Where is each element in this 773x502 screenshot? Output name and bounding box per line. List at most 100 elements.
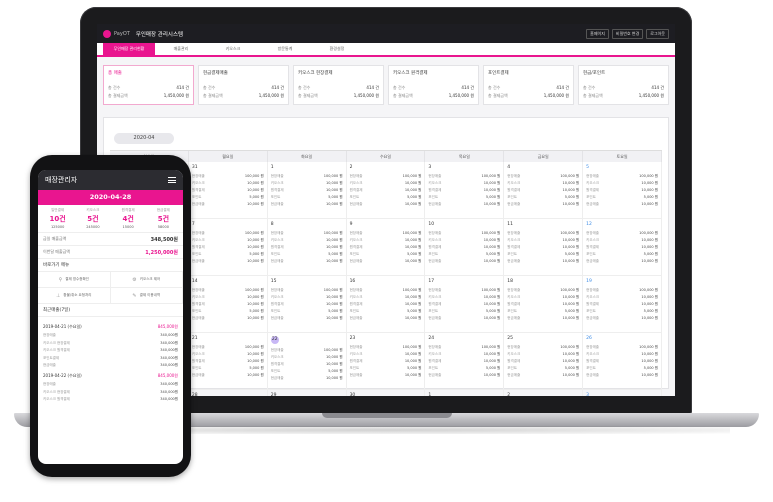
- calendar-sales-line: 원격결제 10,000 원: [350, 245, 422, 250]
- calendar-sales-value: 10,000 원: [641, 295, 658, 299]
- calendar-day-cell[interactable]: 3현장매출100,000 원키오스크10,000 원원격결제10,000 원포인…: [425, 162, 505, 219]
- calendar-sales-line: 키오스크 10,000 원: [271, 355, 343, 360]
- calendar-day-number: 1: [428, 393, 432, 396]
- calendar-sales-line: 현장매출 100,000 원: [192, 345, 264, 350]
- calendar-sales-value: 10,000 원: [641, 245, 658, 249]
- calendar-sales-value: 5,000 원: [564, 252, 580, 256]
- calendar-sales-label: 원격결제: [191, 188, 205, 192]
- calendar-sales-label: 원격결제: [586, 359, 600, 363]
- calendar-day-cell[interactable]: 5 현장매출 100,000 원 키오스크 10,000 원 원격결제 10,000 원 포인…: [583, 162, 662, 219]
- calendar-sales-label: 포인트: [191, 309, 202, 313]
- tab-store-status[interactable]: 무인매장 관리현황: [103, 43, 155, 55]
- calendar-day-cell[interactable]: 1현장매출100,000 원키오스크10,000 원원격결제10,000 원포인…: [267, 162, 347, 219]
- summary-card[interactable]: 포인트결제 총 건수 414 건총 결제금액 1,450,000 원: [483, 65, 574, 105]
- calendar-day-cell[interactable]: 9 현장매출 100,000 원 키오스크 10,000 원 원격결제 10,000 원 포인…: [346, 219, 426, 276]
- logout-button[interactable]: 로그아웃: [646, 28, 669, 39]
- calendar-day-cell[interactable]: 21 현장매출 100,000 원 키오스크 10,000 원 원격결제 10,000 원포…: [188, 333, 268, 390]
- calendar-day-cell[interactable]: 2현장매출100,000 원키오스크10,000 원원격결제10,000 원포인…: [346, 162, 426, 219]
- calendar-day-cell[interactable]: 4 현장매출 100,000 원 키오스크 10,000 원 원격결제 10,000 원 포인…: [504, 162, 584, 219]
- tab-kiosk[interactable]: 키오스크: [207, 43, 259, 55]
- calendar-sales-label: 현장매출: [270, 288, 284, 292]
- calendar-sales-line: 키오스크 10,000 원: [428, 352, 500, 357]
- calendar-day-cell[interactable]: 31 현장매출 100,000 원 키오스크 10,000 원 원격결제 10,000 원포…: [188, 162, 268, 219]
- calendar-sales-value: 5,000 원: [328, 252, 343, 256]
- summary-card[interactable]: 총 매출 총 건수 414 건총 결제금액 1,450,000 원: [103, 65, 194, 105]
- calendar-sales-value: 100,000 원: [481, 288, 501, 292]
- calendar-day-cell[interactable]: 12 현장매출 100,000 원 키오스크 10,000 원 원격결제 10,000 원포…: [583, 219, 662, 276]
- calendar-day-cell[interactable]: 24 현장매출 100,000 원 키오스크 10,000 원 원격결제 10,000 원포…: [425, 333, 505, 390]
- calendar-sales-label: 현금매출: [586, 202, 600, 206]
- summary-card[interactable]: 키오스크 현장결제 총 건수 414 건총 결제금액 1,450,000 원: [293, 65, 384, 105]
- calendar-sales-value: 10,000 원: [325, 302, 343, 306]
- daily-sales-label: 현금매출: [43, 363, 56, 367]
- calendar-sales-label: 원격결제: [586, 302, 600, 306]
- calendar-day-cell[interactable]: 25 현장매출 100,000 원 키오스크 10,000 원 원격결제 10,000 원포…: [504, 333, 584, 390]
- summary-card[interactable]: 키오스크 원격결제 총 건수 414 건총 결제금액 1,450,000 원: [388, 65, 479, 105]
- calendar-sales-line: 원격결제 10,000 원: [350, 188, 422, 193]
- calendar-sales-value: 5,000 원: [564, 366, 580, 370]
- calendar-day-cell[interactable]: 26 현장매출 100,000 원 키오스크 10,000 원 원격결제 10,000 원포…: [583, 333, 662, 390]
- calendar-sales-line: 현장매출 100,000 원: [350, 288, 422, 293]
- hamburger-menu-icon[interactable]: [168, 177, 176, 183]
- calendar-day-cell[interactable]: 16 현장매출 100,000 원 키오스크 10,000 원 원격결제 10,000 원포…: [346, 276, 426, 333]
- summary-card[interactable]: 현금결제매출 총 건수 414 건총 결제금액 1,450,000 원: [198, 65, 289, 105]
- calendar-day-cell[interactable]: 3현장매출100,000 원키오스크10,000 원원격결제10,000 원포인…: [583, 390, 662, 396]
- calendar-day-cell[interactable]: 1현장매출100,000 원키오스크10,000 원원격결제10,000 원포인…: [425, 390, 505, 396]
- calendar-day-cell[interactable]: 23 현장매출 100,000 원 키오스크 10,000 원 원격결제 10,000 원포…: [346, 333, 426, 390]
- summary-card-title: 현금결제매출: [203, 71, 228, 76]
- calendar-day-number: 11: [507, 222, 514, 227]
- tab-visit-stats[interactable]: 방문통계: [259, 43, 311, 55]
- calendar-day-cell[interactable]: 18 현장매출 100,000 원 키오스크 10,000 원 원격결제 10,000 원포…: [504, 276, 584, 333]
- calendar-sales-line: 현장매출 100,000 원: [507, 345, 579, 350]
- calendar-sales-line: 포인트 5,000 원: [350, 366, 422, 371]
- summary-amount-label: 총 결제금액: [203, 93, 223, 98]
- calendar-day-cell[interactable]: 7 현장매출 100,000 원 키오스크 10,000 원 원격결제 10,000 원 포인…: [188, 219, 268, 276]
- calendar-day-cell[interactable]: 30현장매출100,000 원키오스크10,000 원원격결제10,000 원포…: [347, 390, 426, 396]
- summary-cards: 총 매출 총 건수 414 건총 결제금액 1,450,000 원 현금결제매출 총 건수…: [97, 57, 675, 111]
- calendar-sales-label: 키오스크: [507, 295, 521, 299]
- quick-menu-button[interactable]: ✎ 결제 이용내역: [110, 288, 183, 304]
- calendar-sales-value: 5,000 원: [485, 366, 501, 370]
- daily-sales-header[interactable]: 2019-04-21 (수요일) 845,000원: [43, 324, 178, 330]
- calendar-sales-label: 현금매출: [349, 202, 363, 206]
- tab-sales[interactable]: 매출관리: [155, 43, 207, 55]
- calendar-day-number: 14: [191, 279, 198, 284]
- calendar-day-number: 18: [507, 279, 514, 284]
- calendar-sales-line: 원격결제 10,000 원: [507, 302, 579, 307]
- calendar-day-cell[interactable]: 19 현장매출 100,000 원 키오스크 10,000 원 원격결제 10,000 원포…: [583, 276, 662, 333]
- summary-count-value: 414 건: [271, 85, 284, 90]
- calendar-day-cell[interactable]: 8 현장매출 100,000 원 키오스크 10,000 원 원격결제 10,000 원 포인…: [267, 219, 347, 276]
- calendar-day-cell[interactable]: 2현장매출100,000 원키오스크10,000 원원격결제10,000 원포인…: [504, 390, 584, 396]
- summary-amount-row: 총 결제금액 1,450,000 원: [488, 93, 569, 99]
- daily-sales-header[interactable]: 2019-04-22 (수요일) 845,000원: [43, 373, 178, 379]
- calendar-sales-line: 현금매출 10,000 원: [271, 316, 343, 321]
- calendar-sales-line: 포인트 5,000 원: [271, 252, 343, 257]
- calendar-sales-value: 10,000 원: [483, 202, 501, 206]
- download-icon: ⊥: [56, 292, 61, 299]
- calendar-sales-value: 10,000 원: [562, 188, 580, 192]
- change-password-button[interactable]: 비밀번호 변경: [611, 28, 644, 39]
- calendar-day-cell[interactable]: 14 현장매출 100,000 원 키오스크 10,000 원 원격결제 10,000 원포…: [188, 276, 268, 333]
- quick-menu-button[interactable]: ⚲ 결제 영수증확인: [38, 272, 111, 288]
- calendar-sales-value: 10,000 원: [247, 238, 264, 242]
- calendar-day-cell[interactable]: 15 현장매출 100,000 원 키오스크 10,000 원 원격결제 10,000 원포…: [267, 276, 347, 333]
- summary-card[interactable]: 현금/포인트 총 건수 414 건총 결제금액 1,450,000 원: [578, 65, 669, 105]
- calendar-day-cell[interactable]: 29현장매출100,000 원키오스크10,000 원원격결제10,000 원포…: [268, 390, 347, 396]
- calendar-sales-value: 5,000 원: [407, 309, 422, 313]
- tab-settings[interactable]: 환경설정: [311, 43, 363, 55]
- calendar-sales-value: 10,000 원: [641, 188, 658, 192]
- calendar-sales-label: 현금매출: [586, 316, 600, 320]
- calendar-day-cell[interactable]: 22 현장매출 100,000 원 키오스크 10,000 원 원격결제 10,000 원포…: [267, 333, 347, 390]
- calendar-sales-value: 10,000 원: [325, 238, 343, 242]
- calendar-sales-label: 포인트: [191, 366, 202, 370]
- calendar-sales-line: 원격결제 10,000 원: [586, 245, 658, 250]
- quick-menu-button[interactable]: ⊥ 환불/취소 요청처리: [38, 288, 111, 304]
- homepage-button[interactable]: 홈페이지: [586, 28, 609, 39]
- calendar-day-cell[interactable]: 28현장매출100,000 원키오스크10,000 원원격결제10,000 원포…: [189, 390, 268, 396]
- daily-sales-line: 포인트결제 340,000원: [43, 356, 178, 361]
- calendar-day-cell[interactable]: 17 현장매출 100,000 원 키오스크 10,000 원 원격결제 10,000 원포…: [425, 276, 505, 333]
- month-selector[interactable]: 2020-04: [114, 133, 174, 144]
- quick-menu-button[interactable]: ⚙ 키오스크 제어: [110, 272, 183, 288]
- calendar-day-cell[interactable]: 11 현장매출 100,000 원 키오스크 10,000 원 원격결제 10,000 원포…: [504, 219, 584, 276]
- calendar-day-cell[interactable]: 10 현장매출 100,000 원 키오스크 10,000 원 원격결제 10,000 원포…: [425, 219, 505, 276]
